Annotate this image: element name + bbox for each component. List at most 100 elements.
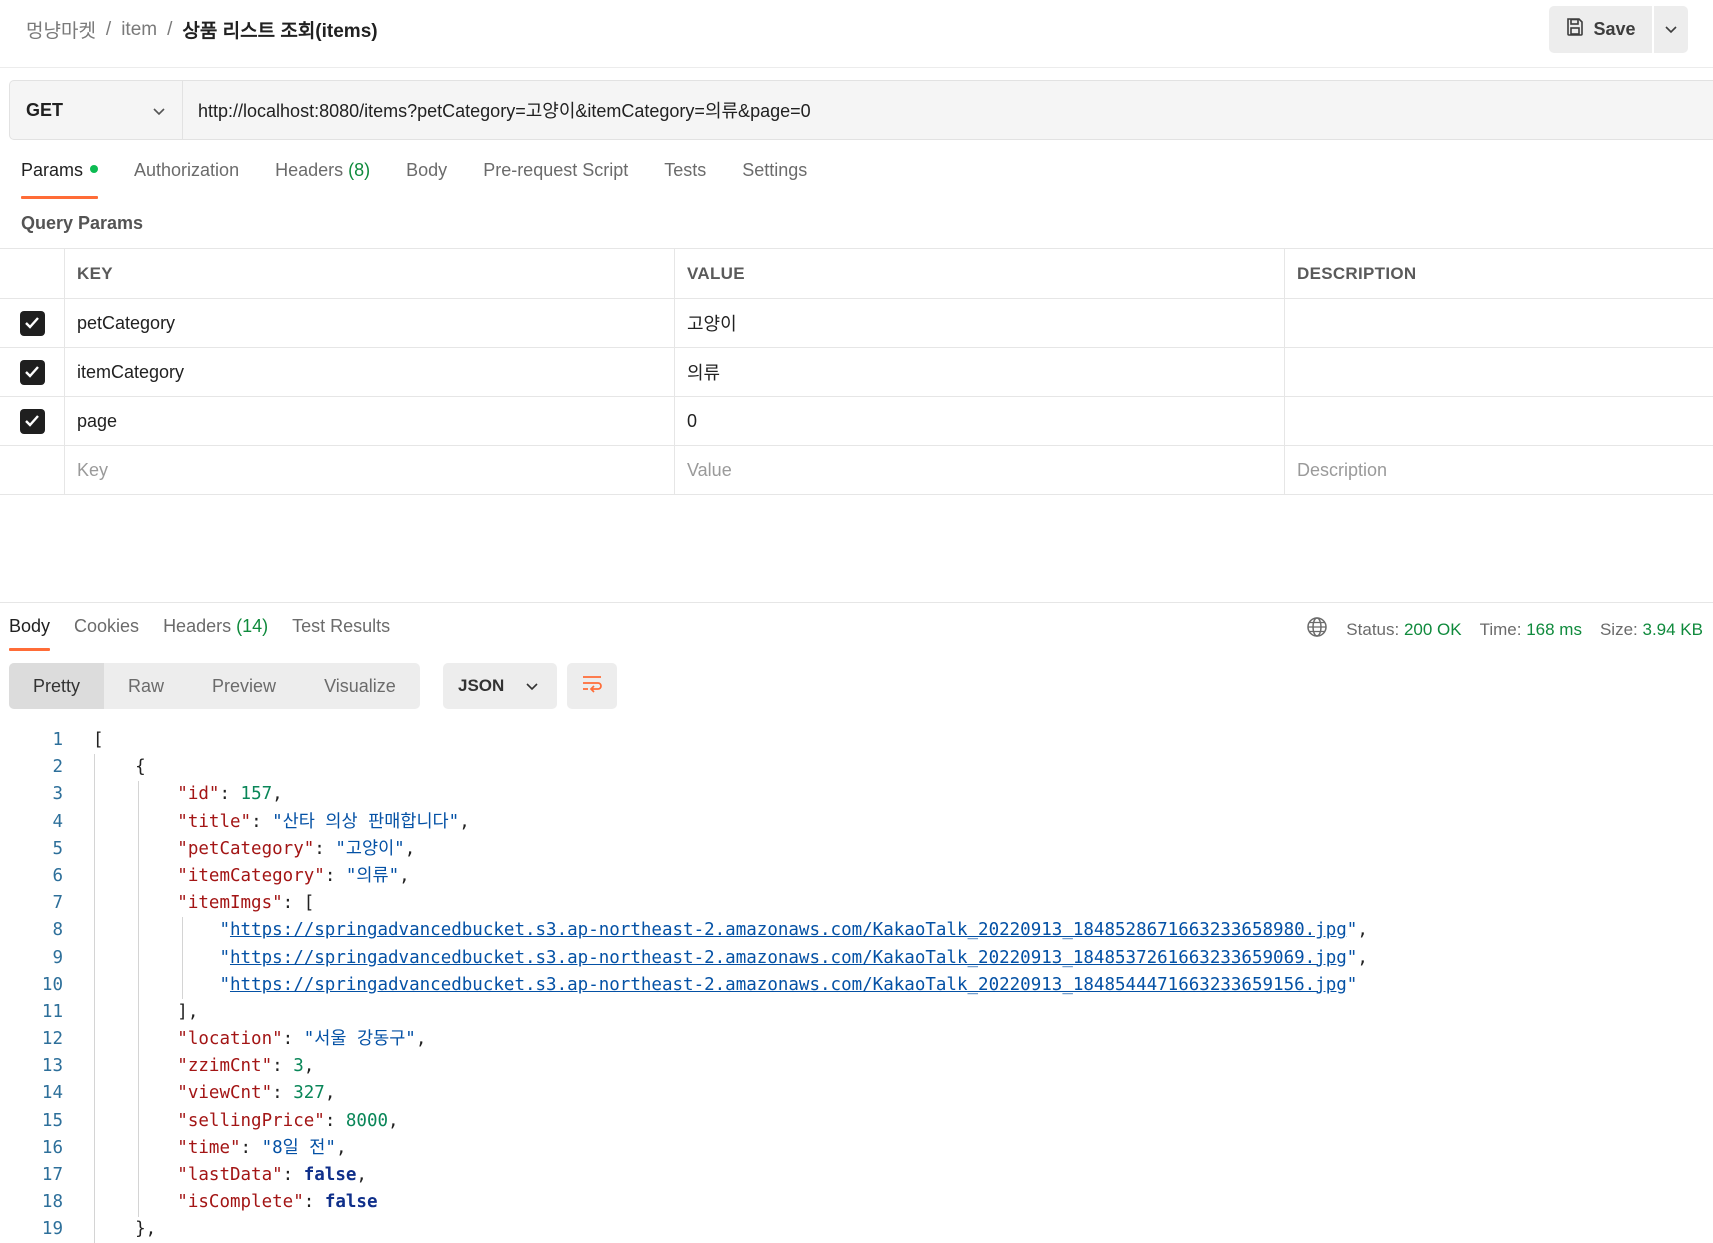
save-button[interactable]: Save (1549, 6, 1652, 53)
line-number: 14 (41, 1083, 63, 1104)
view-visualize-button[interactable]: Visualize (300, 663, 420, 709)
request-header: 멍냥마켓 / item / 상품 리스트 조회(items) Save (0, 0, 1713, 68)
param-key[interactable]: petCategory (65, 299, 675, 347)
image-url-link[interactable]: https://springadvancedbucket.s3.ap-north… (230, 920, 1347, 940)
params-active-dot (90, 165, 99, 174)
response-tab-cookies[interactable]: Cookies (74, 616, 139, 651)
response-tab-headers[interactable]: Headers (14) (163, 616, 268, 651)
table-row: itemCategory 의류 (0, 348, 1713, 397)
response-divider[interactable] (0, 602, 1713, 603)
param-description[interactable] (1285, 397, 1713, 445)
breadcrumb-separator: / (105, 18, 112, 40)
method-select[interactable]: GET (10, 81, 183, 139)
line-number: 4 (52, 811, 63, 832)
wrap-lines-button[interactable] (567, 663, 617, 709)
json-value: false (303, 1165, 357, 1185)
new-description-input[interactable]: Description (1285, 446, 1713, 494)
image-url-link[interactable]: https://springadvancedbucket.s3.ap-north… (230, 975, 1347, 995)
param-value[interactable]: 의류 (675, 348, 1285, 396)
code-text: "isComplete": false (177, 1192, 378, 1213)
breadcrumb-workspace[interactable]: 멍냥마켓 (26, 16, 96, 43)
tab-params[interactable]: Params (21, 160, 99, 199)
size-stat[interactable]: Size: 3.94 KB (1600, 620, 1703, 640)
code-line: 4 "title": "산타 의상 판매합니다", (0, 809, 1713, 836)
code-text: "sellingPrice": 8000, (177, 1110, 399, 1131)
param-checkbox[interactable] (19, 310, 45, 336)
line-number: 10 (41, 974, 63, 995)
code-text: "id": 157, (177, 784, 283, 805)
param-key[interactable]: itemCategory (65, 348, 675, 396)
tab-tests[interactable]: Tests (664, 160, 706, 199)
tab-settings[interactable]: Settings (742, 160, 807, 199)
tab-headers[interactable]: Headers (8) (275, 160, 370, 199)
line-number: 19 (41, 1219, 63, 1240)
param-value[interactable]: 0 (675, 397, 1285, 445)
new-value-input[interactable]: Value (675, 446, 1285, 494)
response-body-code[interactable]: 1[ 2 { 3 "id": 157, 4 "title": "산타 의상 판매… (0, 727, 1713, 1243)
line-number: 2 (52, 757, 63, 778)
tab-authorization[interactable]: Authorization (134, 160, 239, 199)
line-number: 5 (52, 838, 63, 859)
code-text: "https://springadvancedbucket.s3.ap-nort… (219, 920, 1368, 941)
view-preview-button[interactable]: Preview (188, 663, 300, 709)
table-header-row: KEY VALUE DESCRIPTION (0, 249, 1713, 299)
url-bar: GET http://localhost:8080/items?petCateg… (9, 80, 1713, 140)
check-cell (0, 446, 65, 494)
status-stat[interactable]: Status: 200 OK (1346, 620, 1461, 640)
url-input[interactable]: http://localhost:8080/items?petCategory=… (183, 81, 1713, 139)
code-text: }, (93, 1219, 157, 1240)
code-text: "itemImgs": [ (177, 893, 315, 914)
tab-body[interactable]: Body (406, 160, 447, 199)
code-line: 9 "https://springadvancedbucket.s3.ap-no… (0, 945, 1713, 972)
json-value: 8000 (345, 1110, 389, 1131)
code-line: 6 "itemCategory": "의류", (0, 863, 1713, 890)
code-line: 17 "lastData": false, (0, 1162, 1713, 1189)
status-value: 200 OK (1403, 619, 1462, 639)
time-value: 168 ms (1526, 619, 1582, 639)
response-tab-test-results[interactable]: Test Results (292, 616, 390, 651)
new-key-input[interactable]: Key (65, 446, 675, 494)
globe-icon[interactable] (1306, 616, 1328, 643)
code-line: 5 "petCategory": "고양이", (0, 836, 1713, 863)
time-stat[interactable]: Time: 168 ms (1480, 620, 1582, 640)
line-number: 12 (41, 1029, 63, 1050)
check-cell (0, 397, 65, 445)
param-checkbox[interactable] (19, 408, 45, 434)
view-pretty-button[interactable]: Pretty (9, 663, 105, 709)
param-key[interactable]: page (65, 397, 675, 445)
view-raw-button[interactable]: Raw (104, 663, 188, 709)
line-number: 9 (52, 947, 63, 968)
code-text: ], (93, 1001, 199, 1022)
param-checkbox[interactable] (19, 359, 45, 385)
line-number: 3 (52, 784, 63, 805)
breadcrumb-collection[interactable]: item (121, 19, 157, 41)
save-options-button[interactable] (1654, 6, 1688, 53)
image-url-link[interactable]: https://springadvancedbucket.s3.ap-north… (230, 948, 1347, 968)
json-value: 327 (293, 1083, 325, 1104)
column-header-key: KEY (65, 249, 675, 298)
size-value: 3.94 KB (1642, 619, 1704, 639)
code-line: 2 { (0, 754, 1713, 781)
format-select[interactable]: JSON (443, 663, 557, 709)
param-description[interactable] (1285, 348, 1713, 396)
format-label: JSON (458, 676, 505, 695)
chevron-down-icon (152, 100, 166, 121)
line-number: 6 (52, 865, 63, 886)
response-tabs: Body Cookies Headers (14) Test Results (9, 616, 414, 651)
response-tab-body[interactable]: Body (9, 616, 51, 651)
code-line: 14 "viewCnt": 327, (0, 1080, 1713, 1107)
request-name[interactable]: 상품 리스트 조회(items) (182, 16, 377, 43)
view-mode-group: Pretty Raw Preview Visualize (9, 663, 420, 709)
header-check-cell (0, 249, 65, 298)
save-group: Save (1549, 6, 1688, 53)
param-description[interactable] (1285, 299, 1713, 347)
line-number: 17 (41, 1165, 63, 1185)
param-value[interactable]: 고양이 (675, 299, 1285, 347)
query-params-table: KEY VALUE DESCRIPTION petCategory 고양이 it… (0, 248, 1713, 495)
code-text: "petCategory": "고양이", (177, 838, 416, 859)
code-line: 19 }, (0, 1216, 1713, 1243)
code-line: 12 "location": "서울 강동구", (0, 1026, 1713, 1053)
size-label: Size: (1599, 619, 1638, 639)
line-number: 16 (41, 1137, 63, 1158)
tab-prerequest-script[interactable]: Pre-request Script (483, 160, 628, 199)
